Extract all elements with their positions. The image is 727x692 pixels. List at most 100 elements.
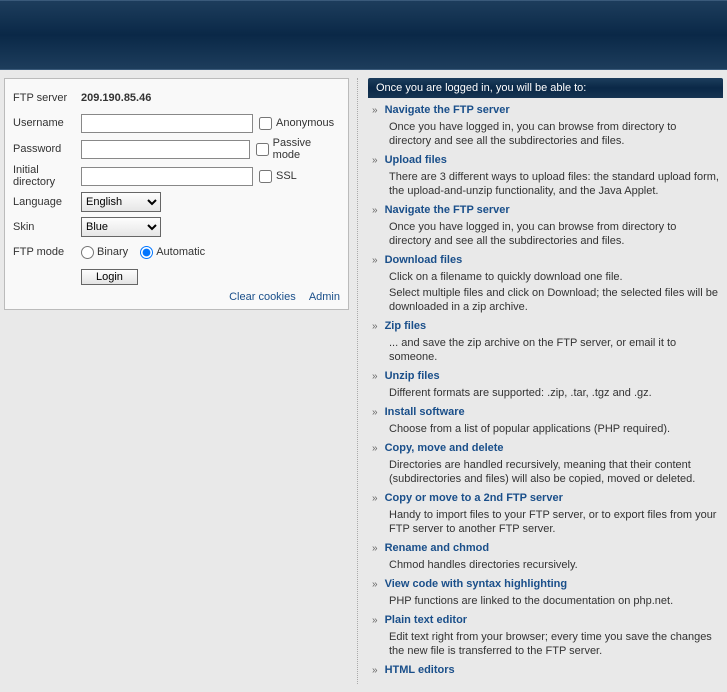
chevron-right-icon: » (372, 442, 378, 456)
feature-item: » Navigate the FTP server Once you have lo… (372, 104, 719, 148)
label-language: Language (13, 196, 81, 208)
app-root: FTP server 209.190.85.46 Username Anonym… (0, 0, 727, 692)
feature-row: » Unzip files (372, 370, 719, 384)
feature-title[interactable]: Rename and chmod (385, 542, 490, 554)
feature-item: »Install softwareChoose from a list of p… (372, 406, 719, 436)
feature-row: » Navigate the FTP server (372, 104, 719, 118)
feature-row: » Rename and chmod (372, 542, 719, 556)
feature-item: » HTML editors (372, 664, 719, 678)
info-header: Once you are logged in, you will be able… (368, 78, 723, 98)
admin-link[interactable]: Admin (309, 291, 340, 303)
login-panel: FTP server 209.190.85.46 Username Anonym… (4, 78, 349, 310)
feature-row: » Plain text editor (372, 614, 719, 628)
feature-row: » View code with syntax highlighting (372, 578, 719, 592)
feature-desc: There are 3 different ways to upload fil… (372, 168, 719, 198)
feature-desc: Select multiple files and click on Downl… (372, 284, 719, 314)
chevron-right-icon: » (372, 204, 378, 218)
automatic-wrap[interactable]: Automatic (140, 246, 205, 259)
password-input[interactable] (81, 140, 250, 159)
username-input[interactable] (81, 114, 253, 133)
feature-item: » Upload files There are 3 different ways … (372, 154, 719, 198)
feature-row: » HTML editors (372, 664, 719, 678)
feature-desc: PHP functions are linked to the document… (372, 592, 719, 608)
passive-checkbox[interactable] (256, 143, 269, 156)
automatic-radio[interactable] (140, 246, 153, 259)
feature-item: » Copy or move to a 2nd FTP server Handy t… (372, 492, 719, 536)
feature-desc: Directories are handled recursively, mea… (372, 456, 719, 486)
label-ftp-server: FTP server (13, 92, 81, 104)
anonymous-checkbox[interactable] (259, 117, 272, 130)
feature-desc: Chmod handles directories recursively. (372, 556, 719, 572)
ssl-checkbox[interactable] (259, 170, 272, 183)
login-button[interactable]: Login (81, 269, 138, 285)
feature-desc: Once you have logged in, you can browse … (372, 118, 719, 148)
feature-row: »Install software (372, 406, 719, 420)
header-banner (0, 0, 727, 70)
label-password: Password (13, 143, 81, 155)
feature-row: » Navigate the FTP server (372, 204, 719, 218)
feature-item: » Unzip files Different formats are suppor… (372, 370, 719, 400)
language-select[interactable]: English (81, 192, 161, 212)
label-ftp-mode: FTP mode (13, 246, 81, 258)
feature-title[interactable]: Copy, move and delete (385, 442, 504, 454)
chevron-right-icon: » (372, 320, 378, 334)
binary-radio[interactable] (81, 246, 94, 259)
binary-wrap[interactable]: Binary (81, 246, 128, 259)
feature-desc: Different formats are supported: .zip, .… (372, 384, 719, 400)
feature-title[interactable]: Upload files (385, 154, 447, 166)
chevron-right-icon: » (372, 370, 378, 384)
feature-title[interactable]: Install software (385, 406, 465, 418)
feature-desc: Once you have logged in, you can browse … (372, 218, 719, 248)
feature-item: » View code with syntax highlighting PHP f… (372, 578, 719, 608)
chevron-right-icon: » (372, 542, 378, 556)
feature-title[interactable]: Plain text editor (385, 614, 468, 626)
feature-title[interactable]: Copy or move to a 2nd FTP server (385, 492, 563, 504)
chevron-right-icon: » (372, 104, 378, 118)
feature-item: » Rename and chmod Chmod handles directori… (372, 542, 719, 572)
feature-desc: Click on a filename to quickly download … (372, 268, 719, 284)
ssl-wrap[interactable]: SSL (259, 170, 297, 183)
chevron-right-icon: » (372, 492, 378, 506)
feature-desc: Handy to import files to your FTP server… (372, 506, 719, 536)
label-skin: Skin (13, 221, 81, 233)
feature-row: » Download files (372, 254, 719, 268)
feature-item: » Zip files ... and save the zip archive o… (372, 320, 719, 364)
content: FTP server 209.190.85.46 Username Anonym… (0, 70, 727, 692)
feature-title[interactable]: Navigate the FTP server (385, 204, 510, 216)
chevron-right-icon: » (372, 254, 378, 268)
feature-item: » Copy, move and delete Directories are ha… (372, 442, 719, 486)
chevron-right-icon: » (372, 664, 378, 678)
feature-title[interactable]: View code with syntax highlighting (385, 578, 568, 590)
ssl-label: SSL (276, 170, 297, 182)
feature-title[interactable]: Download files (385, 254, 463, 266)
ftp-server-value: 209.190.85.46 (81, 92, 151, 104)
feature-title[interactable]: Navigate the FTP server (385, 104, 510, 116)
passive-wrap[interactable]: Passive mode (256, 137, 340, 161)
feature-item: » Download files Click on a filename to qu… (372, 254, 719, 314)
info-panel: Once you are logged in, you will be able… (357, 78, 723, 684)
initial-dir-input[interactable] (81, 167, 253, 186)
anonymous-label: Anonymous (276, 117, 334, 129)
feature-title[interactable]: HTML editors (385, 664, 455, 676)
passive-label: Passive mode (273, 137, 340, 161)
feature-row: » Zip files (372, 320, 719, 334)
feature-title[interactable]: Unzip files (385, 370, 440, 382)
chevron-right-icon: » (372, 578, 378, 592)
feature-row: » Copy, move and delete (372, 442, 719, 456)
chevron-right-icon: » (372, 154, 378, 168)
skin-select[interactable]: Blue (81, 217, 161, 237)
automatic-label: Automatic (156, 246, 205, 258)
clear-cookies-link[interactable]: Clear cookies (229, 291, 296, 303)
feature-row: » Copy or move to a 2nd FTP server (372, 492, 719, 506)
anonymous-wrap[interactable]: Anonymous (259, 117, 334, 130)
binary-label: Binary (97, 246, 128, 258)
label-username: Username (13, 117, 81, 129)
feature-desc: Edit text right from your browser; every… (372, 628, 719, 658)
label-initial-dir: Initial directory (13, 164, 81, 188)
feature-desc: ... and save the zip archive on the FTP … (372, 334, 719, 364)
chevron-right-icon: » (372, 614, 378, 628)
feature-title[interactable]: Zip files (385, 320, 427, 332)
feature-list: » Navigate the FTP server Once you have lo… (368, 98, 723, 678)
feature-item: » Plain text editor Edit text right from y… (372, 614, 719, 658)
feature-row: » Upload files (372, 154, 719, 168)
